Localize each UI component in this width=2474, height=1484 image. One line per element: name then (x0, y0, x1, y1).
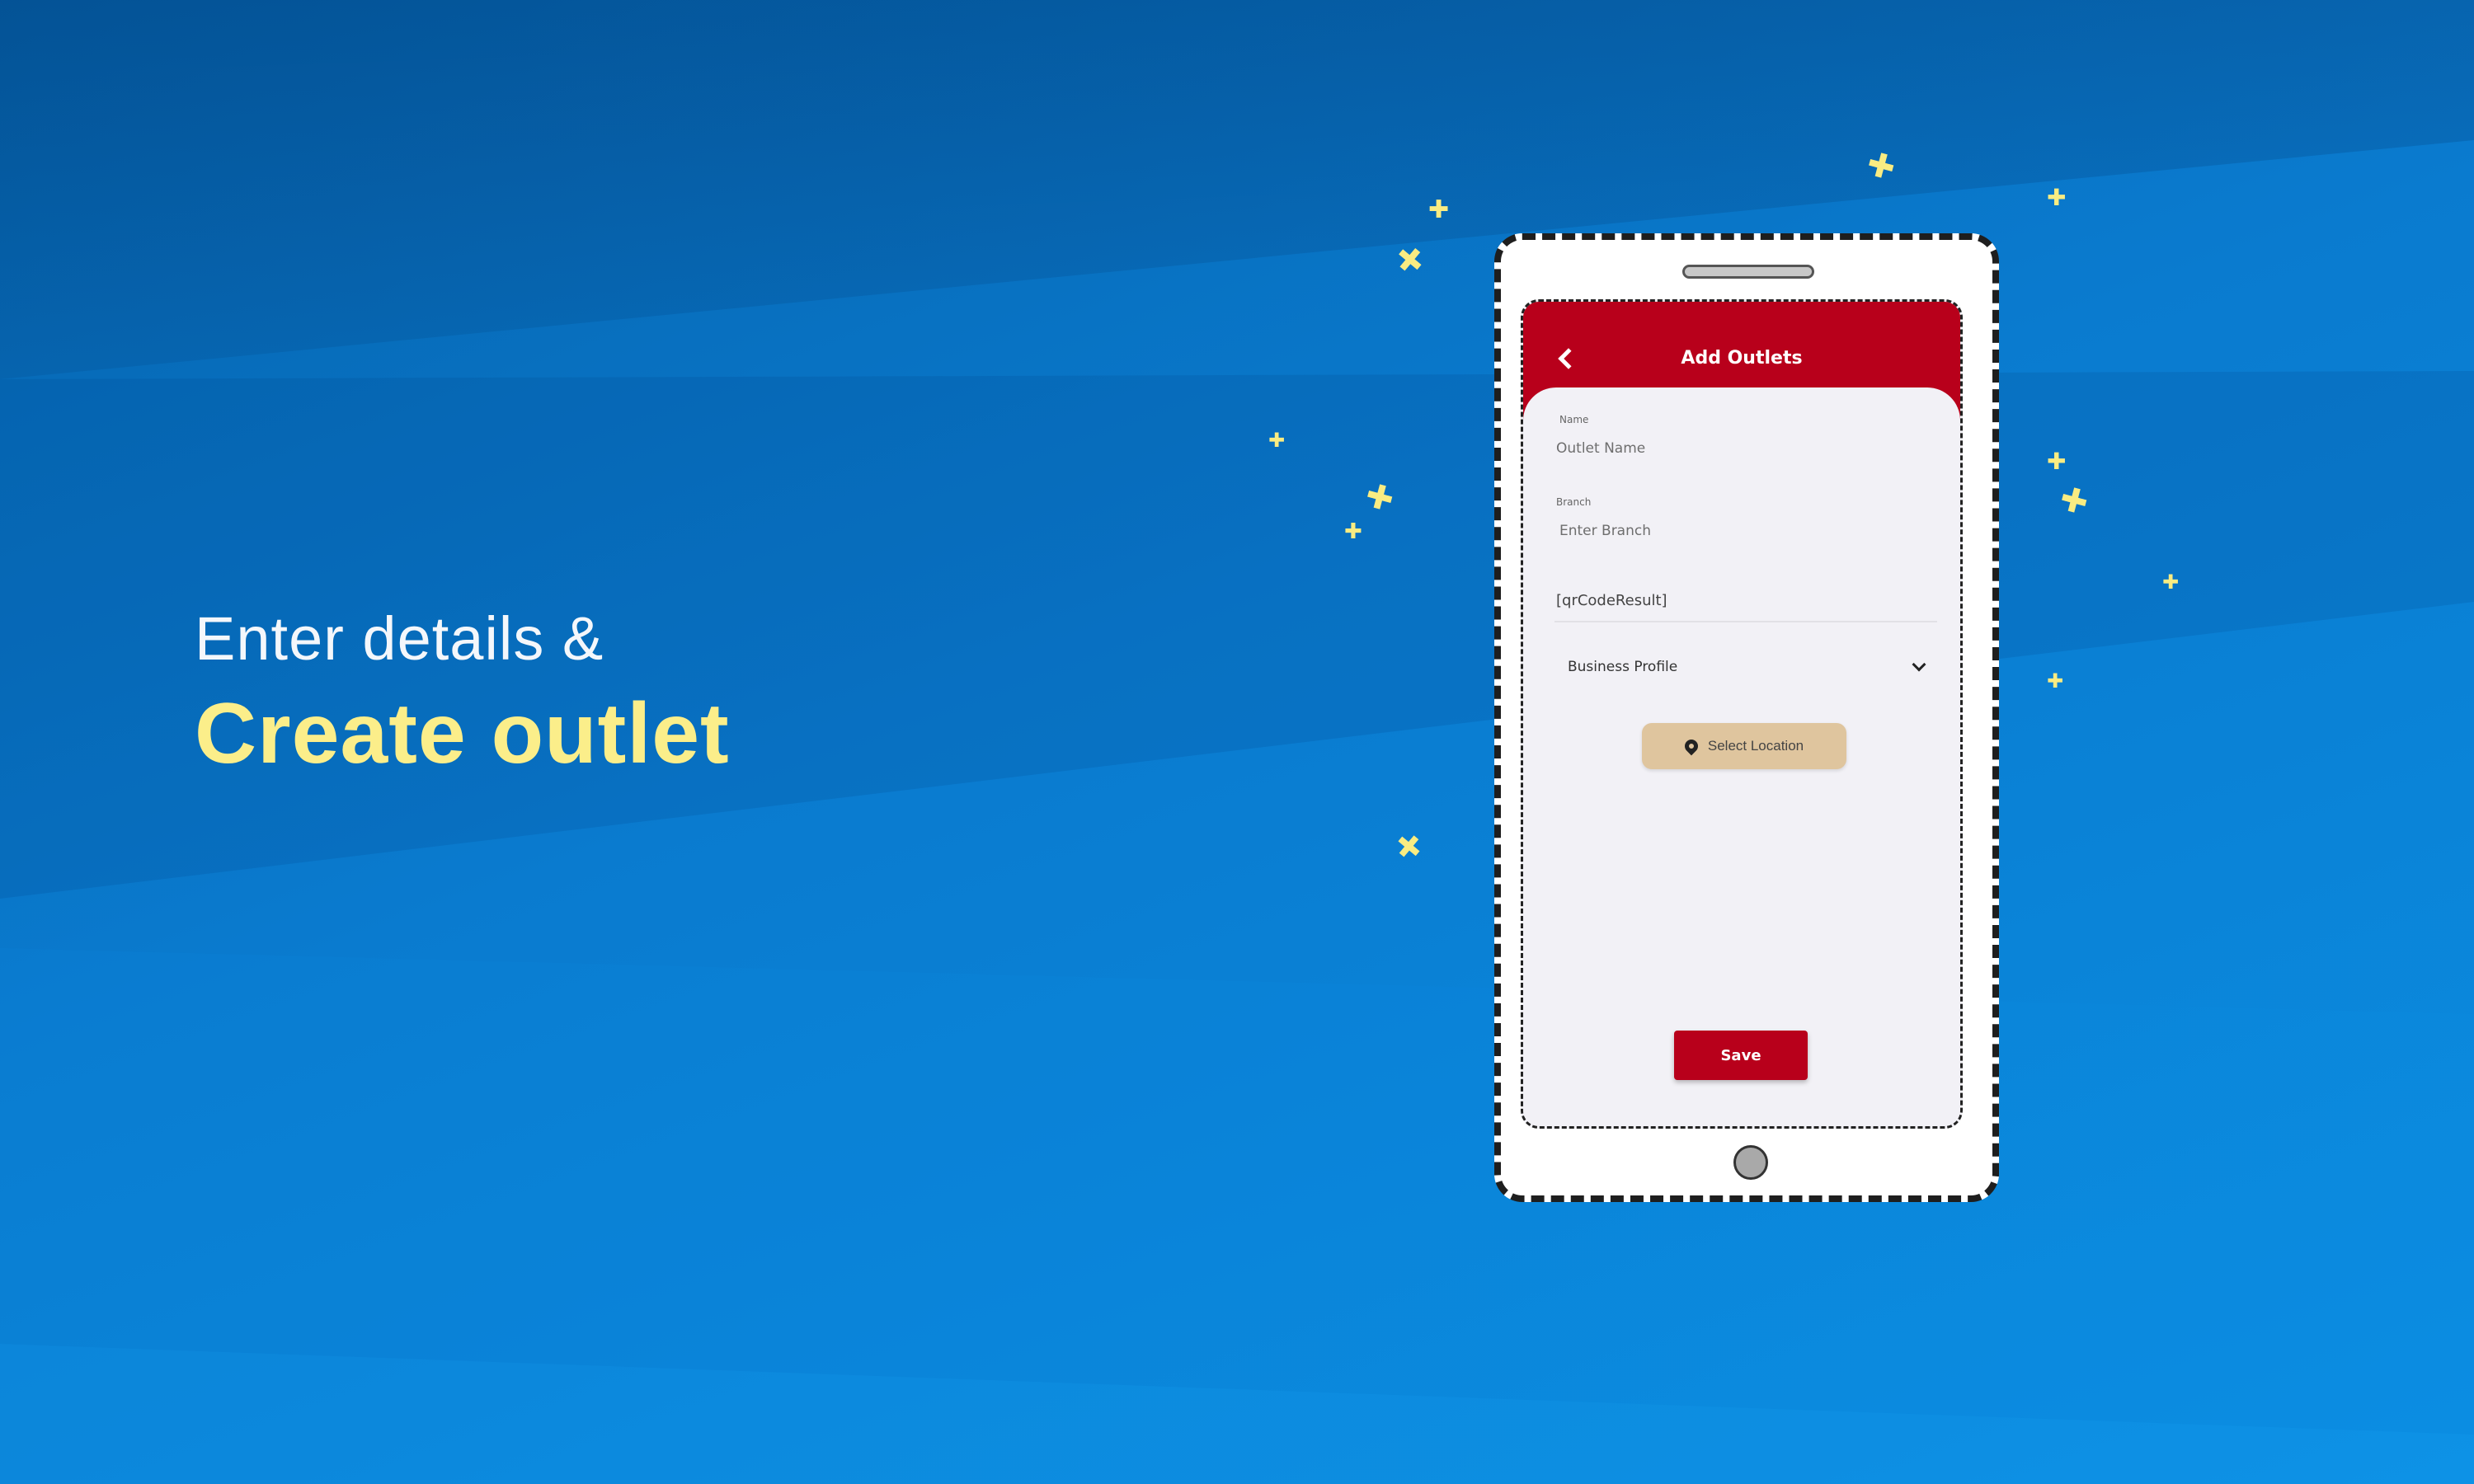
sparkle-icon: ✚ (2047, 184, 2067, 211)
headline-line-2: Create outlet (195, 686, 730, 782)
phone-frame: Add Outlets Name Branch [qrCodeResult] B… (1494, 233, 1999, 1202)
select-location-button[interactable]: Select Location (1642, 723, 1846, 769)
headline: Enter details & Create outlet (195, 603, 730, 783)
form-content: Name Branch [qrCodeResult] Business Prof… (1523, 387, 1960, 1126)
phone-speaker (1682, 265, 1814, 279)
outlet-name-input[interactable] (1556, 440, 1886, 457)
sparkle-icon: ✚ (2047, 448, 2067, 475)
background-band (0, 0, 2474, 379)
sparkle-icon: ✚ (2162, 571, 2180, 594)
sparkle-icon: ✚ (2047, 669, 2064, 693)
sparkle-icon: ✚ (1386, 824, 1431, 870)
branch-input[interactable] (1559, 523, 1889, 539)
save-button[interactable]: Save (1674, 1031, 1808, 1080)
chevron-down-icon (1912, 657, 1926, 672)
location-pin-icon (1681, 736, 1701, 756)
sparkle-icon: ✚ (1344, 519, 1362, 544)
phone-screen: Add Outlets Name Branch [qrCodeResult] B… (1521, 299, 1963, 1129)
branch-label: Branch (1556, 496, 1592, 508)
home-button (1733, 1145, 1768, 1180)
business-profile-dropdown[interactable]: Business Profile (1556, 647, 1935, 687)
qr-code-result: [qrCodeResult] (1556, 592, 1667, 609)
sparkle-icon: ✚ (1386, 237, 1432, 284)
sparkle-icon: ✚ (1428, 195, 1450, 224)
divider (1554, 621, 1937, 622)
select-location-label: Select Location (1707, 738, 1804, 754)
sparkle-icon: ✚ (1268, 429, 1286, 452)
page-title: Add Outlets (1681, 348, 1803, 369)
dropdown-label: Business Profile (1568, 659, 1678, 675)
headline-line-1: Enter details & (195, 604, 604, 673)
name-label: Name (1559, 414, 1589, 425)
